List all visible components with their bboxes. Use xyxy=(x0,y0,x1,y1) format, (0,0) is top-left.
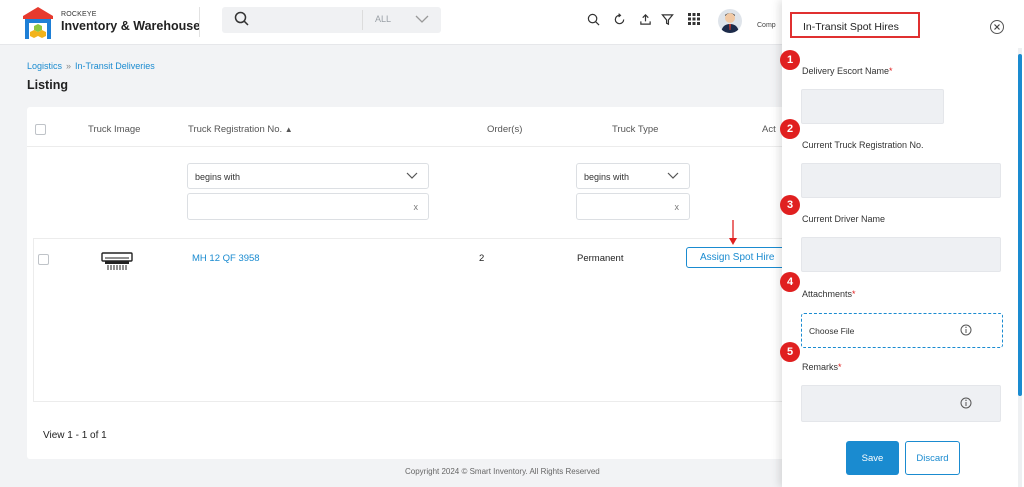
step-marker-1: 1 xyxy=(780,50,800,70)
column-registration[interactable]: Truck Registration No. ▲ xyxy=(188,124,293,135)
global-search[interactable]: ALL xyxy=(222,7,441,33)
pagination-summary: View 1 - 1 of 1 xyxy=(43,430,107,441)
column-truck-image: Truck Image xyxy=(88,124,141,135)
required-marker: * xyxy=(852,289,856,299)
chevron-right-icon: » xyxy=(66,61,72,71)
column-registration-label: Truck Registration No. xyxy=(188,124,283,135)
step-marker-3: 3 xyxy=(780,195,800,215)
breadcrumb-item-in-transit[interactable]: In-Transit Deliveries xyxy=(75,61,155,71)
truck-type: Permanent xyxy=(577,253,624,264)
clear-registration-filter[interactable]: x xyxy=(414,202,419,212)
scrollbar-thumb[interactable] xyxy=(1018,54,1022,396)
listing-table: Truck Image Truck Registration No. ▲ Ord… xyxy=(27,107,787,459)
brand-name[interactable]: Inventory & Warehouse xyxy=(61,19,200,33)
column-truck-type: Truck Type xyxy=(612,124,659,135)
required-marker: * xyxy=(838,362,842,372)
remarks-label-text: Remarks xyxy=(802,362,839,372)
close-icon xyxy=(994,24,1000,30)
registration-filter-input[interactable]: x xyxy=(187,193,429,220)
sort-arrow-icon[interactable]: ▲ xyxy=(285,125,293,134)
type-filter-operator[interactable]: begins with xyxy=(576,163,690,189)
column-orders: Order(s) xyxy=(487,124,523,135)
chevron-down-icon[interactable] xyxy=(415,14,429,24)
page-title: Listing xyxy=(27,78,68,92)
info-icon[interactable] xyxy=(960,397,972,409)
registration-filter-operator-value: begins with xyxy=(195,172,241,182)
search-scope-select[interactable]: ALL xyxy=(375,14,391,24)
truck-registration-label: Current Truck Registration No. xyxy=(802,140,924,150)
apps-grid-icon[interactable] xyxy=(688,13,700,25)
user-avatar-icon xyxy=(721,13,739,33)
search-icon[interactable] xyxy=(234,11,250,27)
type-filter-operator-value: begins with xyxy=(584,172,630,182)
divider xyxy=(33,401,787,402)
table-row: MH 12 QF 3958 2 Permanent xyxy=(33,238,787,278)
row-checkbox[interactable] xyxy=(38,254,49,265)
attachment-file-input[interactable]: Choose File xyxy=(801,313,1003,348)
clear-type-filter[interactable]: x xyxy=(675,202,680,212)
save-button[interactable]: Save xyxy=(846,441,899,475)
attachments-label: Attachments* xyxy=(802,289,856,299)
table-header: Truck Image Truck Registration No. ▲ Ord… xyxy=(27,107,787,147)
required-marker: * xyxy=(889,66,893,76)
breadcrumb: Logistics » In-Transit Deliveries xyxy=(27,61,155,71)
spot-hire-panel: In-Transit Spot Hires 1 Delivery Escort … xyxy=(780,0,1024,487)
divider xyxy=(199,7,200,37)
chevron-down-icon xyxy=(667,172,679,179)
panel-title: In-Transit Spot Hires xyxy=(803,21,899,33)
brand-tagline: ROCKEYE xyxy=(61,11,97,18)
driver-name-input[interactable] xyxy=(801,237,1001,272)
delivery-escort-label-text: Delivery Escort Name xyxy=(802,66,890,76)
step-marker-5: 5 xyxy=(780,342,800,362)
registration-filter-operator[interactable]: begins with xyxy=(187,163,429,189)
registration-link[interactable]: MH 12 QF 3958 xyxy=(192,253,260,264)
truck-image-icon[interactable] xyxy=(101,250,133,272)
step-marker-4: 4 xyxy=(780,272,800,292)
choose-file-label: Choose File xyxy=(809,326,855,336)
discard-button[interactable]: Discard xyxy=(905,441,960,475)
select-all-checkbox[interactable] xyxy=(35,124,46,135)
orders-count: 2 xyxy=(479,253,485,264)
upload-icon[interactable] xyxy=(639,13,652,26)
copyright-text: Copyright 2024 © Smart Inventory. All Ri… xyxy=(405,467,600,476)
info-icon[interactable] xyxy=(960,324,972,336)
column-actions: Act xyxy=(762,124,776,135)
type-filter-input[interactable]: x xyxy=(576,193,690,220)
truck-registration-input[interactable] xyxy=(801,163,1001,198)
close-button[interactable] xyxy=(990,20,1004,34)
delivery-escort-label: Delivery Escort Name* xyxy=(802,66,893,76)
user-name[interactable]: Comp xyxy=(757,22,776,29)
filter-icon[interactable] xyxy=(661,13,674,26)
divider xyxy=(362,10,363,30)
panel-title-highlight: In-Transit Spot Hires xyxy=(790,12,920,38)
attachments-label-text: Attachments xyxy=(802,289,853,299)
driver-name-label: Current Driver Name xyxy=(802,214,886,224)
refresh-icon[interactable] xyxy=(613,13,626,26)
remarks-input[interactable] xyxy=(801,385,1001,422)
remarks-label: Remarks* xyxy=(802,362,842,372)
assign-spot-hire-button[interactable]: Assign Spot Hire xyxy=(686,247,787,268)
step-marker-2: 2 xyxy=(780,119,800,139)
breadcrumb-item-logistics[interactable]: Logistics xyxy=(27,61,62,71)
search-icon[interactable] xyxy=(587,13,600,26)
delivery-escort-input[interactable] xyxy=(801,89,944,124)
annotation-arrow-icon xyxy=(729,220,737,245)
avatar[interactable] xyxy=(718,9,742,33)
chevron-down-icon xyxy=(406,172,418,179)
warehouse-logo-icon[interactable] xyxy=(22,6,54,40)
